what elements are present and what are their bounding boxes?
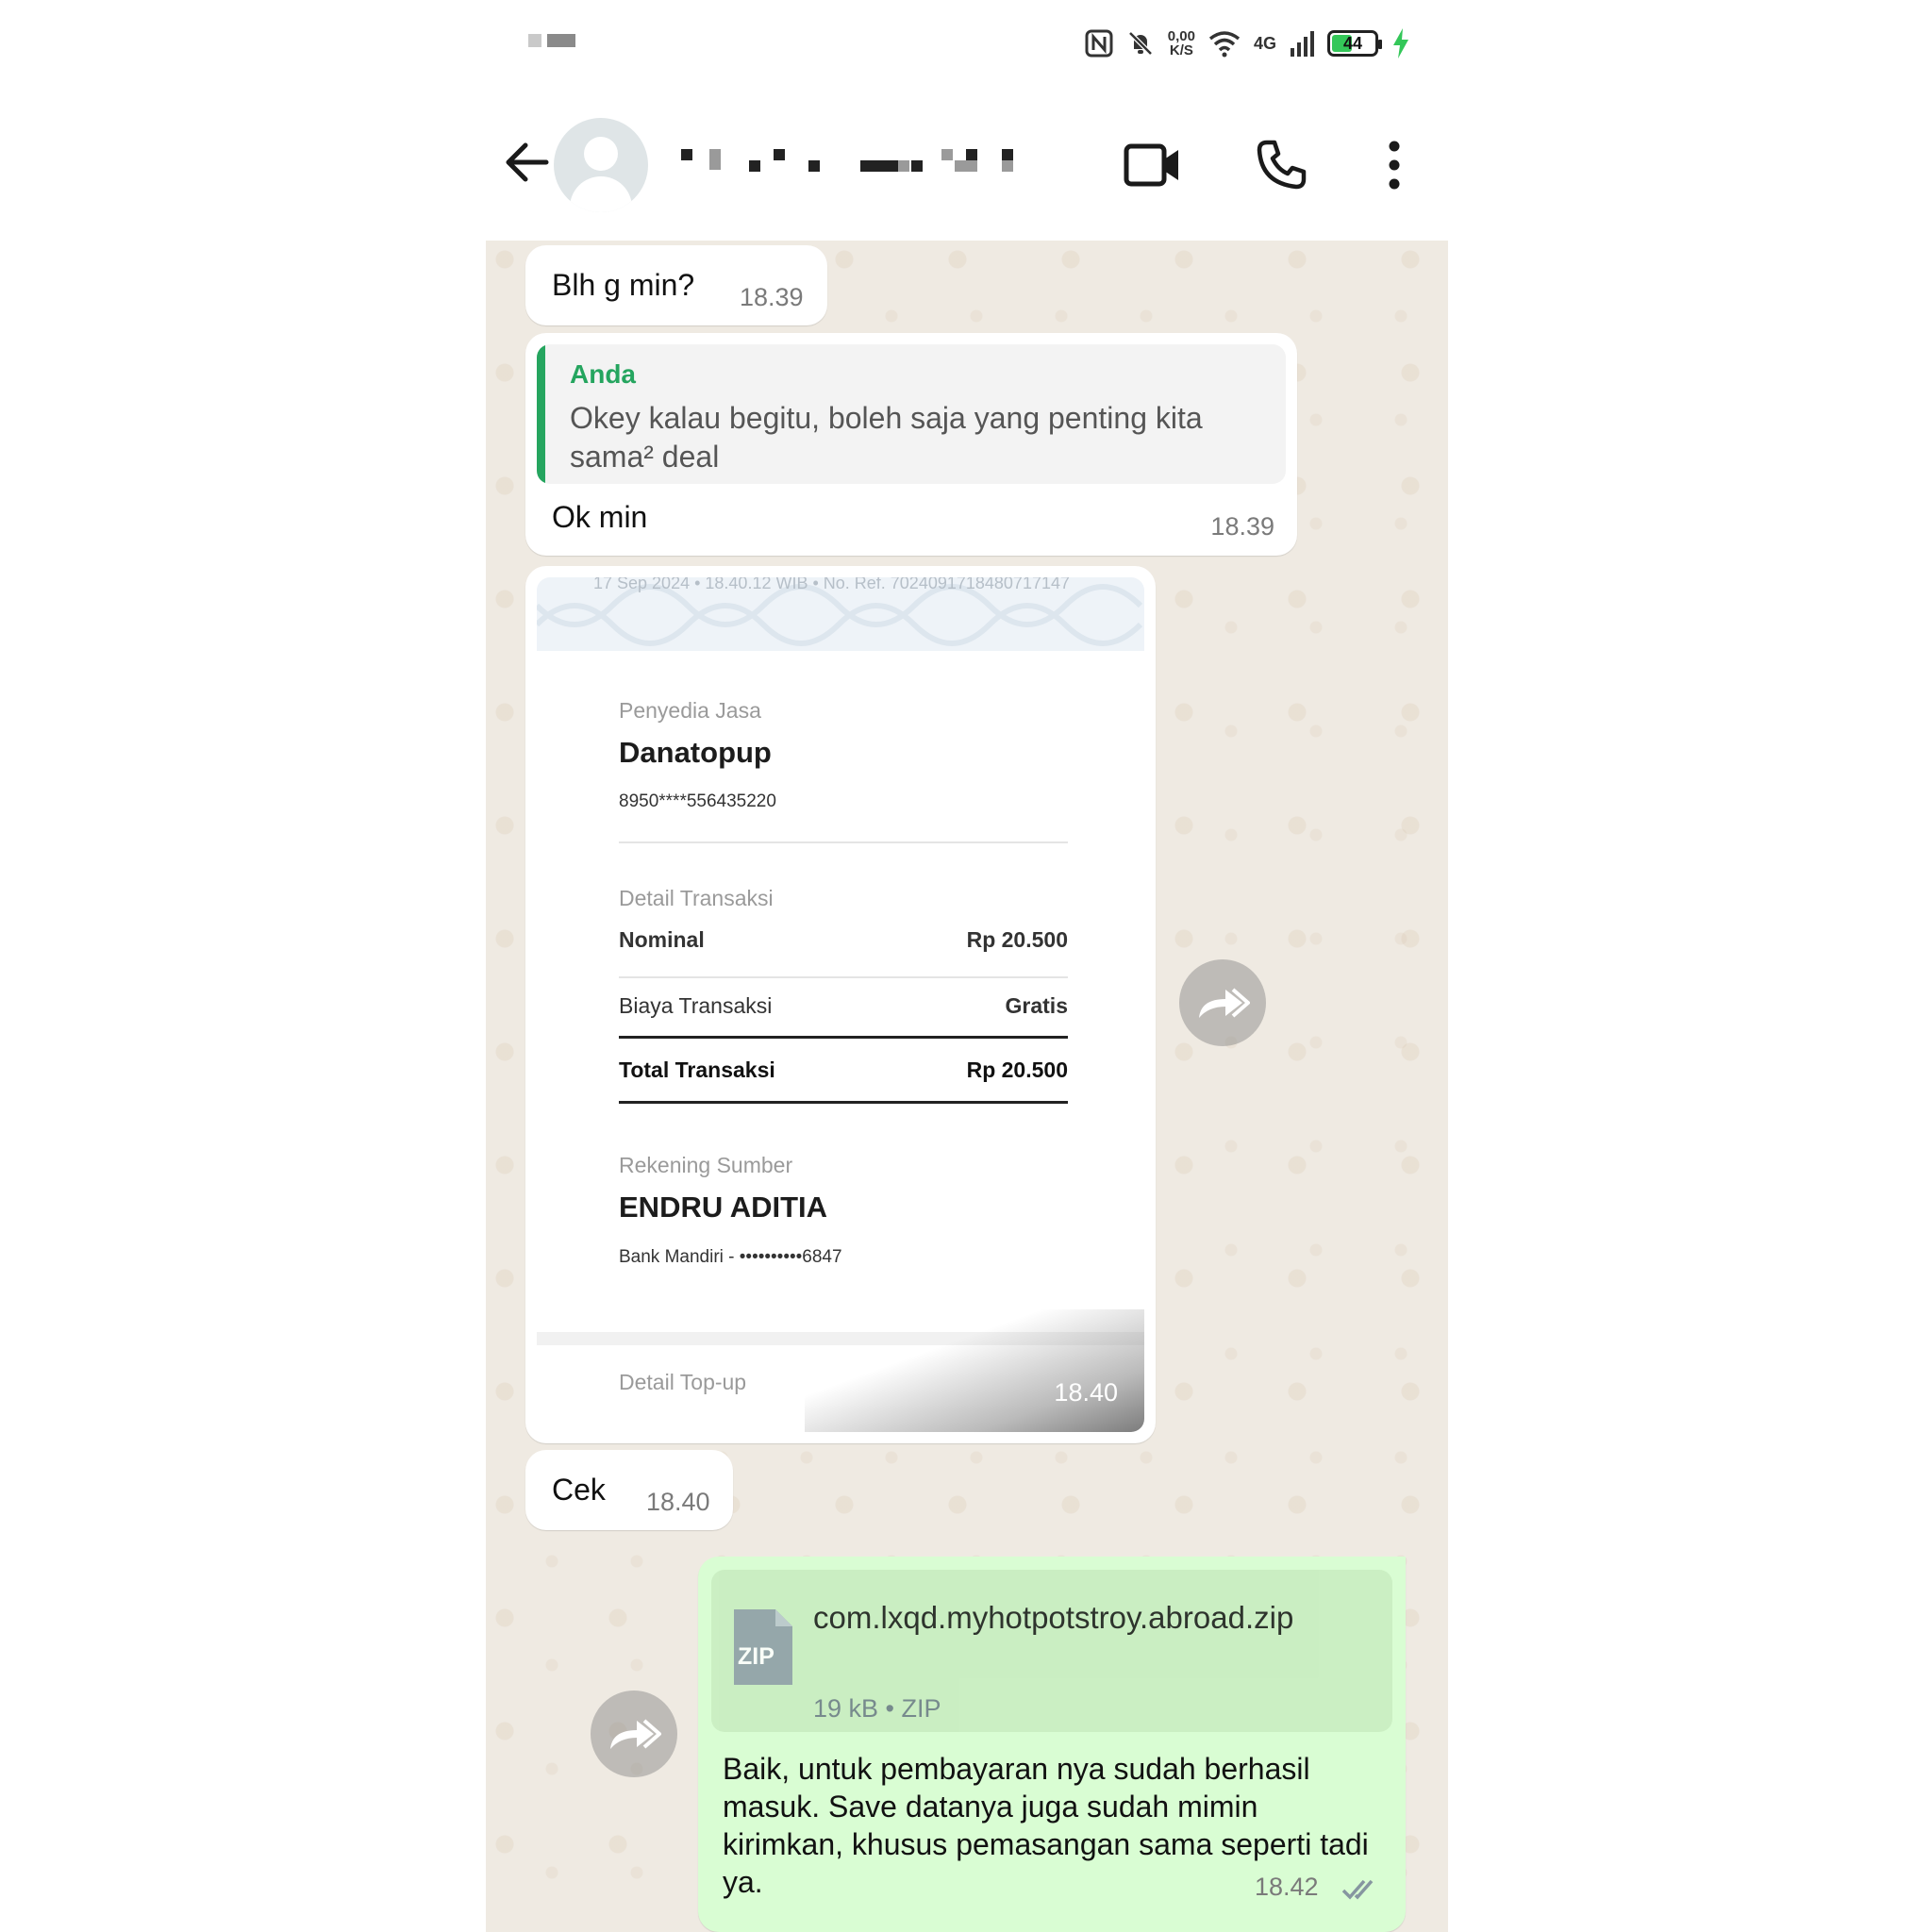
- chat-header: [486, 94, 1448, 236]
- redacted-block: [966, 149, 977, 160]
- redacted-block: [547, 34, 575, 47]
- image-message[interactable]: 17 Sep 2024 • 18.40.12 WIB • No. Ref. 70…: [525, 566, 1156, 1443]
- nfc-icon: [1085, 29, 1113, 58]
- redacted-block: [898, 160, 909, 172]
- row-value: Rp 20.500: [966, 1058, 1068, 1082]
- provider-number: 8950****556435220: [619, 791, 776, 811]
- net-speed-unit: K/S: [1169, 42, 1193, 58]
- provider-name: Danatopup: [619, 736, 772, 769]
- forward-icon: [610, 1719, 661, 1749]
- redacted-block: [709, 149, 721, 170]
- redacted-block: [941, 149, 953, 160]
- topup-label: Detail Top-up: [619, 1370, 747, 1394]
- double-check-icon: [1341, 1879, 1374, 1900]
- source-name: ENDRU ADITIA: [619, 1191, 828, 1224]
- forward-icon: [1199, 988, 1250, 1018]
- redacted-block: [528, 34, 541, 47]
- back-button[interactable]: [497, 132, 558, 192]
- signal-icon: [1291, 31, 1314, 57]
- message-time: 18.42: [1255, 1873, 1319, 1901]
- video-camera-icon: [1124, 143, 1178, 187]
- phone-icon: [1257, 140, 1307, 190]
- divider: [619, 1101, 1068, 1104]
- row-label: Biaya Transaksi: [619, 993, 773, 1018]
- more-vertical-icon: [1389, 141, 1400, 190]
- file-name: com.lxqd.myhotpotstroy.abroad.zip: [813, 1600, 1294, 1635]
- source-label: Rekening Sumber: [619, 1153, 793, 1177]
- message-time: 18.40: [1054, 1378, 1118, 1407]
- charging-icon: [1393, 28, 1408, 58]
- forward-button[interactable]: [591, 1690, 677, 1777]
- more-options-button[interactable]: [1361, 132, 1427, 198]
- battery-indicator: 44: [1327, 30, 1382, 57]
- redacted-block: [749, 160, 760, 172]
- receipt-header-pattern: 17 Sep 2024 • 18.40.12 WIB • No. Ref. 70…: [537, 577, 1144, 651]
- receipt-image[interactable]: 17 Sep 2024 • 18.40.12 WIB • No. Ref. 70…: [537, 577, 1144, 1432]
- wifi-icon: [1208, 31, 1241, 58]
- phone-screen: 0,00 K/S 4G 44 Blh g min? 18.39 Anda Oke…: [486, 0, 1448, 1932]
- receipt-header-line: 17 Sep 2024 • 18.40.12 WIB • No. Ref. 70…: [593, 577, 1070, 592]
- message-bubble-incoming[interactable]: Blh g min? 18.39: [525, 245, 827, 325]
- net-speed: 0,00 K/S: [1168, 29, 1195, 58]
- row-value: Rp 20.500: [966, 927, 1068, 952]
- video-call-button[interactable]: [1120, 132, 1186, 198]
- row-label: Nominal: [619, 927, 705, 952]
- row-label: Total Transaksi: [619, 1058, 775, 1082]
- network-type: 4G: [1253, 33, 1276, 53]
- bell-off-icon: [1128, 31, 1153, 56]
- quote-accent-bar: [537, 344, 545, 484]
- message-text: Cek: [552, 1473, 606, 1507]
- receipt-row: Biaya Transaksi Gratis: [619, 988, 1068, 1025]
- quote-text: Okey kalau begitu, boleh saja yang penti…: [570, 401, 1203, 474]
- message-text: Ok min: [552, 500, 648, 534]
- redacted-block: [911, 160, 923, 172]
- divider: [619, 841, 1068, 843]
- provider-label: Penyedia Jasa: [619, 698, 761, 723]
- chat-area[interactable]: Blh g min? 18.39 Anda Okey kalau begitu,…: [486, 241, 1448, 1932]
- contact-name-redacted[interactable]: [681, 142, 1068, 179]
- avatar-head: [584, 137, 618, 171]
- forward-button[interactable]: [1179, 959, 1266, 1046]
- message-time: 18.39: [740, 283, 804, 311]
- receipt-row: Total Transaksi Rp 20.500: [619, 1052, 1068, 1090]
- status-left-redacted: [528, 34, 575, 47]
- zip-icon-label: ZIP: [738, 1643, 774, 1670]
- redacted-block: [808, 160, 820, 172]
- avatar-body: [570, 176, 632, 212]
- message-time: 18.40: [646, 1488, 710, 1516]
- message-time: 18.39: [1210, 512, 1274, 541]
- message-bubble-outgoing[interactable]: ZIP com.lxqd.myhotpotstroy.abroad.zip 19…: [698, 1557, 1406, 1932]
- redacted-block: [955, 160, 977, 172]
- detail-label: Detail Transaksi: [619, 886, 774, 910]
- message-bubble-reply[interactable]: Anda Okey kalau begitu, boleh saja yang …: [525, 333, 1297, 556]
- arrow-left-icon: [506, 142, 549, 182]
- redacted-block: [681, 149, 692, 160]
- row-value: Gratis: [1005, 993, 1068, 1018]
- message-bubble-incoming[interactable]: Cek 18.40: [525, 1450, 733, 1530]
- quoted-message[interactable]: Anda Okey kalau begitu, boleh saja yang …: [537, 344, 1286, 484]
- divider: [619, 976, 1068, 978]
- redacted-block: [860, 160, 898, 172]
- quote-author: Anda: [570, 359, 636, 389]
- source-account: Bank Mandiri - ••••••••••6847: [619, 1247, 842, 1267]
- redacted-block: [1002, 149, 1013, 160]
- redacted-block: [1002, 160, 1013, 172]
- voice-call-button[interactable]: [1248, 132, 1314, 198]
- redacted-block: [774, 149, 785, 160]
- receipt-row: Nominal Rp 20.500: [619, 922, 1068, 959]
- status-icons: 0,00 K/S 4G 44: [1085, 23, 1410, 64]
- image-shadow: [805, 1309, 1144, 1432]
- battery-level: 44: [1342, 34, 1363, 53]
- net-speed-value: 0,00: [1167, 28, 1195, 44]
- message-text: Blh g min?: [552, 268, 695, 302]
- file-meta: 19 kB • ZIP: [813, 1694, 941, 1723]
- divider: [619, 1036, 1068, 1039]
- avatar[interactable]: [554, 118, 648, 212]
- file-attachment[interactable]: ZIP com.lxqd.myhotpotstroy.abroad.zip 19…: [711, 1570, 1392, 1732]
- status-bar: 0,00 K/S 4G 44: [486, 0, 1448, 85]
